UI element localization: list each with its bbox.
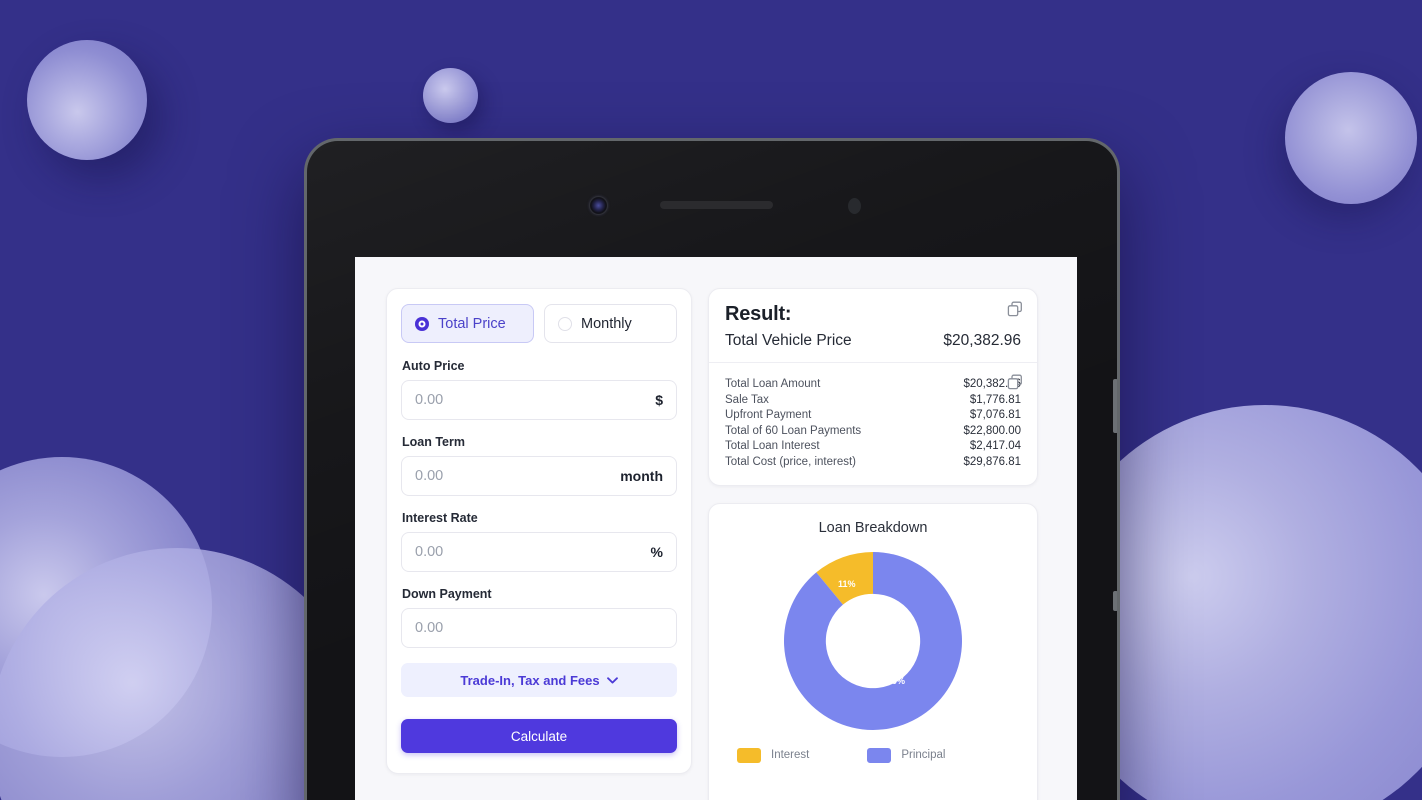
trade-in-label: Trade-In, Tax and Fees <box>460 672 600 688</box>
calculator-form-card: Total Price Monthly Auto Price $ <box>386 288 692 774</box>
auto-loan-calculator-app: Total Price Monthly Auto Price $ <box>355 257 1077 800</box>
loan-term-field[interactable]: month <box>401 456 677 496</box>
result-row-label: Total Loan Interest <box>725 440 820 453</box>
result-row-label: Upfront Payment <box>725 409 812 422</box>
result-row-value: $7,076.81 <box>969 409 1021 422</box>
result-row-label: Total Cost (price, interest) <box>725 455 857 468</box>
tablet-device-frame: Total Price Monthly Auto Price $ <box>304 138 1120 800</box>
mode-option-monthly[interactable]: Monthly <box>544 304 677 343</box>
radio-monthly-icon <box>558 316 572 331</box>
result-row-label: Total Loan Amount <box>725 378 821 390</box>
copy-icon-details[interactable] <box>1007 374 1023 390</box>
result-row-label: Total of 60 Loan Payments <box>725 424 862 437</box>
loan-term-suffix: month <box>620 468 663 484</box>
chart-title: Loan Breakdown <box>818 519 928 536</box>
result-row: Sale Tax $1,776.81 <box>725 393 1021 409</box>
device-side-button-lower[interactable] <box>1113 591 1117 611</box>
donut-slice-principal <box>784 551 962 730</box>
speaker-grille-icon <box>660 201 773 209</box>
decorative-sphere-top-right <box>1285 72 1417 204</box>
device-side-button[interactable] <box>1113 379 1117 433</box>
calculate-button[interactable]: Calculate <box>401 719 677 753</box>
result-card: Result: Total Vehicle Price $20,382.96 T <box>708 288 1038 486</box>
chevron-down-icon <box>606 676 618 683</box>
legend-label-principal: Principal <box>901 749 946 762</box>
result-row: Total Cost (price, interest) $29,876.81 <box>725 455 1021 471</box>
mode-option-total-price-label: Total Price <box>438 315 506 332</box>
auto-price-input[interactable] <box>415 392 648 408</box>
donut-chart-svg <box>784 551 962 730</box>
tablet-screen: Total Price Monthly Auto Price $ <box>355 257 1077 800</box>
result-primary-value: $20,382.96 <box>943 332 1021 349</box>
loan-breakdown-chart-card: Loan Breakdown 11% 89% Interest Principa… <box>708 502 1038 800</box>
down-payment-input[interactable] <box>415 620 663 636</box>
legend-swatch-principal <box>867 747 892 763</box>
decorative-sphere-top-middle <box>423 68 478 123</box>
auto-price-suffix: $ <box>655 392 663 408</box>
copy-icon-summary[interactable] <box>1007 301 1023 317</box>
legend-label-interest: Interest <box>771 749 810 762</box>
interest-rate-input[interactable] <box>415 544 643 560</box>
proximity-sensor-icon <box>848 198 861 214</box>
result-row-value: $1,776.81 <box>969 393 1021 406</box>
result-row: Total Loan Interest $2,417.04 <box>725 439 1021 455</box>
chart-legend: Interest Principal <box>723 747 946 763</box>
calculator-form-column: Total Price Monthly Auto Price $ <box>386 288 692 800</box>
result-row-value: $2,417.04 <box>969 440 1021 453</box>
result-row: Total of 60 Loan Payments $22,800.00 <box>725 424 1021 440</box>
legend-item-interest: Interest <box>737 747 810 763</box>
results-column: Result: Total Vehicle Price $20,382.96 T <box>708 288 1038 800</box>
result-detail-section: Total Loan Amount $20,382.96 Sale Tax $1… <box>709 363 1037 485</box>
radio-total-price-icon <box>415 316 429 331</box>
decorative-sphere-top-left <box>27 40 147 160</box>
result-row: Upfront Payment $7,076.81 <box>725 408 1021 424</box>
result-title: Result: <box>725 303 792 325</box>
price-mode-toggle: Total Price Monthly <box>401 304 677 343</box>
auto-price-field[interactable]: $ <box>401 380 677 420</box>
down-payment-field[interactable] <box>401 608 677 648</box>
loan-term-input[interactable] <box>415 468 613 484</box>
legend-item-principal: Principal <box>867 747 946 763</box>
auto-price-label: Auto Price <box>402 359 465 373</box>
donut-label-principal: 89% <box>887 675 906 686</box>
result-primary-row: Total Vehicle Price $20,382.96 <box>725 332 1021 350</box>
result-row-label: Sale Tax <box>725 393 769 406</box>
donut-label-interest: 11% <box>838 578 856 589</box>
interest-rate-suffix: % <box>650 544 663 560</box>
trade-in-tax-fees-button[interactable]: Trade-In, Tax and Fees <box>401 663 677 697</box>
legend-swatch-interest <box>737 747 761 763</box>
result-row: Total Loan Amount $20,382.96 <box>725 377 1021 393</box>
result-row-value: $22,800.00 <box>963 424 1021 437</box>
loan-term-label: Loan Term <box>402 435 465 449</box>
result-primary-label: Total Vehicle Price <box>725 332 852 349</box>
mode-option-total-price[interactable]: Total Price <box>401 304 534 343</box>
camera-lens-icon <box>590 197 607 214</box>
interest-rate-field[interactable]: % <box>401 532 677 572</box>
result-row-value: $29,876.81 <box>963 455 1021 468</box>
result-summary-section: Result: Total Vehicle Price $20,382.96 <box>709 289 1037 363</box>
mode-option-monthly-label: Monthly <box>581 315 632 332</box>
interest-rate-label: Interest Rate <box>402 511 478 525</box>
down-payment-label: Down Payment <box>402 587 492 601</box>
donut-chart: 11% 89% <box>780 548 966 734</box>
